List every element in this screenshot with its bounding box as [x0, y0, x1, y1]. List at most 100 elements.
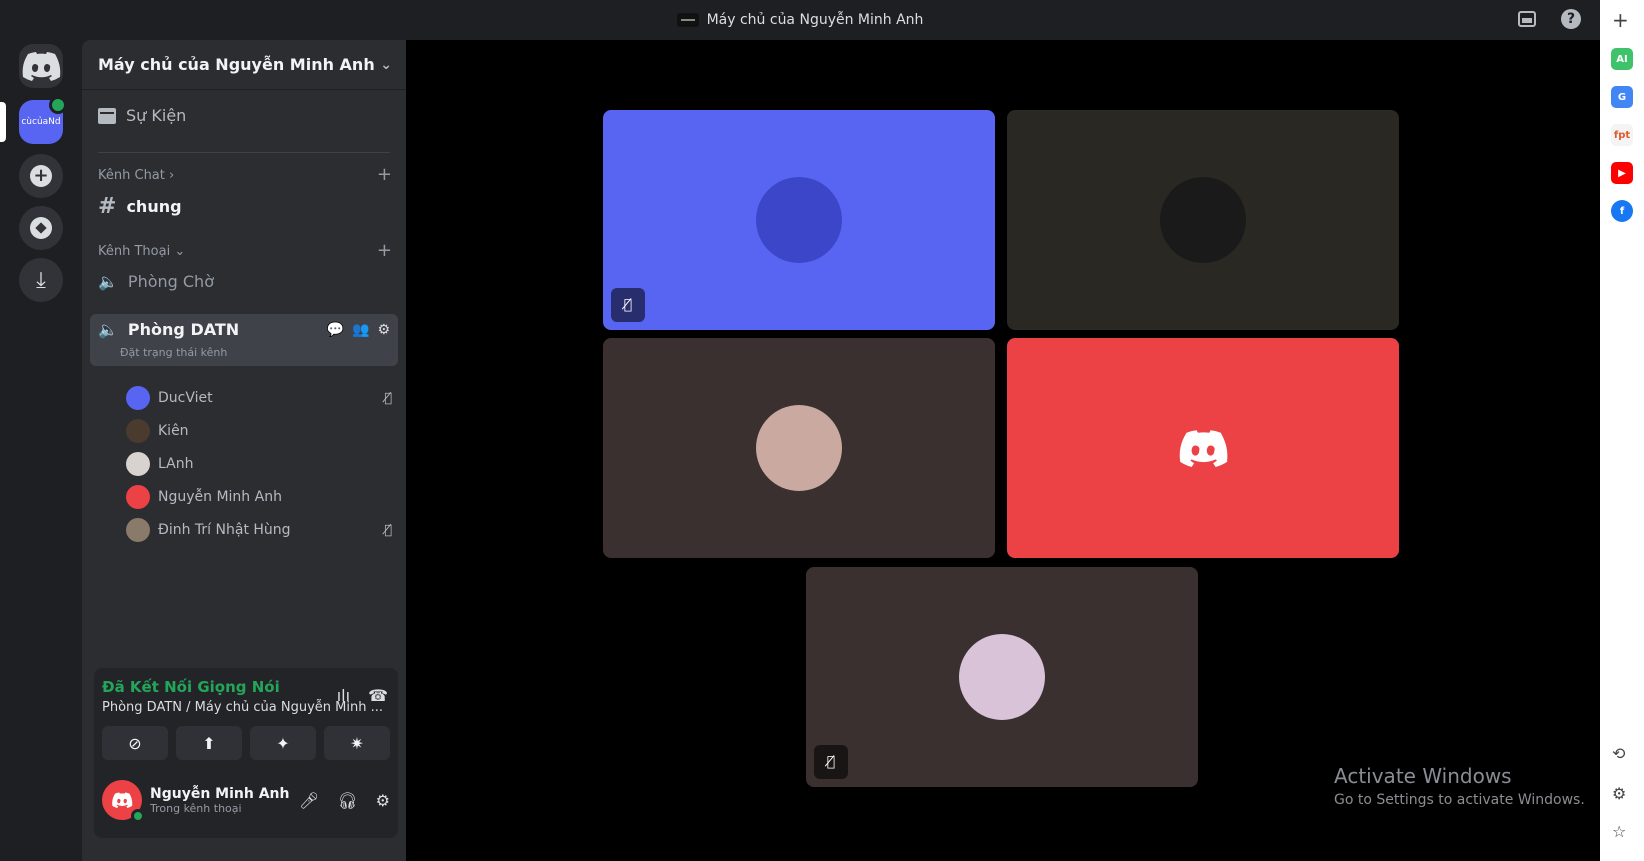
- noise-suppression-icon[interactable]: ılı: [337, 686, 350, 705]
- soundboard-button[interactable]: ✷: [324, 726, 390, 760]
- participant-tile[interactable]: 🎙̸: [806, 567, 1198, 787]
- chevron-down-icon: ⌄: [380, 56, 392, 73]
- inbox-icon: [1518, 11, 1536, 27]
- download-apps-button[interactable]: ⤓: [19, 258, 63, 302]
- channel-phong-datn-label: Phòng DATN: [127, 320, 240, 339]
- user-name: Nguyễn Minh Anh: [150, 785, 290, 802]
- video-off-icon: ⊘: [128, 733, 142, 753]
- screen-share-button[interactable]: ⬆: [176, 726, 242, 760]
- participant-tile[interactable]: [603, 338, 995, 558]
- channel-phong-datn[interactable]: 🔈 Phòng DATN Đặt trạng thái kênh 💬 👥 ⚙: [90, 314, 398, 366]
- voice-user[interactable]: Kiên: [126, 417, 392, 445]
- add-server-button[interactable]: +: [19, 154, 63, 198]
- category-voice[interactable]: Kênh Thoại ⌄ +: [98, 242, 392, 260]
- category-text-label: Kênh Chat: [98, 168, 165, 183]
- guild-header[interactable]: Máy chủ của Nguyễn Minh Anh ⌄: [82, 40, 406, 90]
- title-bar: Máy chủ của Nguyễn Minh Anh ?: [0, 0, 1600, 40]
- mic-muted-icon: 🎙̸: [384, 522, 392, 538]
- avatar[interactable]: [102, 780, 145, 823]
- fpt-icon[interactable]: fpt: [1611, 124, 1633, 146]
- avatar: [126, 419, 150, 443]
- channel-status[interactable]: Đặt trạng thái kênh: [120, 346, 227, 359]
- window-title-text: Máy chủ của Nguyễn Minh Anh: [706, 12, 924, 28]
- create-voice-channel-icon[interactable]: +: [377, 242, 392, 260]
- channel-sidebar: Máy chủ của Nguyễn Minh Anh ⌄ Sự Kiện Kê…: [82, 40, 406, 861]
- voice-user[interactable]: Đinh Trí Nhật Hùng 🎙̸: [126, 516, 392, 544]
- discord-logo-icon: [22, 52, 61, 81]
- voice-user[interactable]: LAnh: [126, 450, 392, 478]
- discord-app: Máy chủ của Nguyễn Minh Anh ? cùcủaNd + …: [0, 0, 1600, 861]
- mic-muted-icon: 🎙̸: [384, 390, 392, 406]
- channel-phong-cho[interactable]: 🔈 Phòng Chờ: [98, 272, 214, 291]
- voice-user[interactable]: DucViet 🎙̸: [126, 384, 392, 412]
- discover-button[interactable]: [19, 206, 63, 250]
- voice-user[interactable]: Nguyễn Minh Anh: [126, 483, 392, 511]
- settings-icon[interactable]: ⚙: [1612, 784, 1626, 803]
- mic-muted-icon: 🎙̸: [611, 288, 645, 322]
- voice-user-name: Đinh Trí Nhật Hùng: [158, 522, 291, 538]
- gear-icon[interactable]: ⚙: [377, 322, 390, 338]
- invite-icon[interactable]: 👥: [352, 322, 369, 338]
- voice-user-name: Kiên: [158, 423, 189, 439]
- speaker-icon: 🔈: [98, 320, 118, 339]
- activities-icon: ✦: [276, 733, 290, 753]
- inbox-button[interactable]: [1516, 8, 1538, 30]
- youtube-icon[interactable]: ▶: [1611, 162, 1633, 184]
- guild-name: Máy chủ của Nguyễn Minh Anh: [98, 55, 375, 74]
- create-text-channel-icon[interactable]: +: [377, 166, 392, 184]
- server-logo-icon: [676, 13, 699, 27]
- camera-off-button[interactable]: ⊘: [102, 726, 168, 760]
- channel-chung-label: chung: [126, 197, 182, 216]
- calendar-icon: [98, 107, 116, 124]
- screen-share-icon: ⬆: [202, 733, 216, 753]
- disconnect-icon[interactable]: ☎: [368, 686, 388, 705]
- events-label: Sự Kiện: [126, 106, 187, 125]
- chat-bubble-icon[interactable]: 💬: [327, 322, 344, 338]
- participant-tile[interactable]: [1007, 110, 1399, 330]
- settings-gear-icon[interactable]: ⚙: [376, 791, 390, 810]
- discord-logo-icon: [1179, 430, 1228, 467]
- online-status-dot: [131, 809, 145, 823]
- add-icon[interactable]: +: [1612, 8, 1629, 32]
- avatar: [126, 386, 150, 410]
- channel-phong-cho-label: Phòng Chờ: [127, 272, 214, 291]
- translate-icon[interactable]: G: [1611, 86, 1633, 108]
- avatar: [959, 634, 1045, 720]
- headphones-icon[interactable]: 🎧︎: [337, 791, 357, 810]
- activate-windows-title: Activate Windows: [1334, 764, 1512, 788]
- activate-windows-subtitle: Go to Settings to activate Windows.: [1334, 792, 1585, 808]
- voice-user-name: LAnh: [158, 456, 194, 472]
- facebook-icon[interactable]: f: [1611, 200, 1633, 222]
- direct-messages-button[interactable]: [19, 44, 63, 88]
- activities-button[interactable]: ✦: [250, 726, 316, 760]
- channel-chung[interactable]: # chung: [98, 194, 182, 219]
- hash-icon: #: [98, 194, 117, 219]
- category-voice-label: Kênh Thoại: [98, 244, 171, 259]
- history-icon[interactable]: ⟲: [1612, 744, 1625, 763]
- voice-stage: 🎙̸ 🎙̸: [406, 40, 1600, 861]
- divider: [98, 152, 390, 153]
- download-icon: ⤓: [36, 267, 46, 293]
- ai-icon[interactable]: AI: [1611, 48, 1633, 70]
- events-link[interactable]: Sự Kiện: [98, 106, 186, 125]
- voice-status[interactable]: Đã Kết Nối Giọng Nói: [102, 678, 280, 696]
- avatar: [756, 405, 842, 491]
- participant-tile[interactable]: 🎙̸: [603, 110, 995, 330]
- participant-tile[interactable]: [1007, 338, 1399, 558]
- browser-sidebar: + AI G fpt ▶ f ⟲ ⚙ ☆: [1600, 0, 1644, 861]
- server-icon-current[interactable]: cùcủaNd: [19, 96, 67, 144]
- voice-active-badge: [49, 96, 67, 114]
- category-text[interactable]: Kênh Chat › +: [98, 166, 392, 184]
- voice-user-name: DucViet: [158, 390, 213, 406]
- discord-logo-icon: [112, 792, 133, 808]
- microphone-icon[interactable]: 🎤︎: [299, 791, 319, 810]
- selected-server-indicator: [0, 102, 6, 142]
- favorites-icon[interactable]: ☆: [1612, 822, 1626, 841]
- window-title: Máy chủ của Nguyễn Minh Anh: [676, 12, 924, 28]
- soundboard-icon: ✷: [350, 733, 364, 753]
- help-icon: ?: [1561, 9, 1581, 29]
- voice-connection-panel: Đã Kết Nối Giọng Nói Phòng DATN / Máy ch…: [94, 668, 398, 838]
- help-button[interactable]: ?: [1560, 8, 1582, 30]
- avatar: [126, 518, 150, 542]
- avatar: [126, 452, 150, 476]
